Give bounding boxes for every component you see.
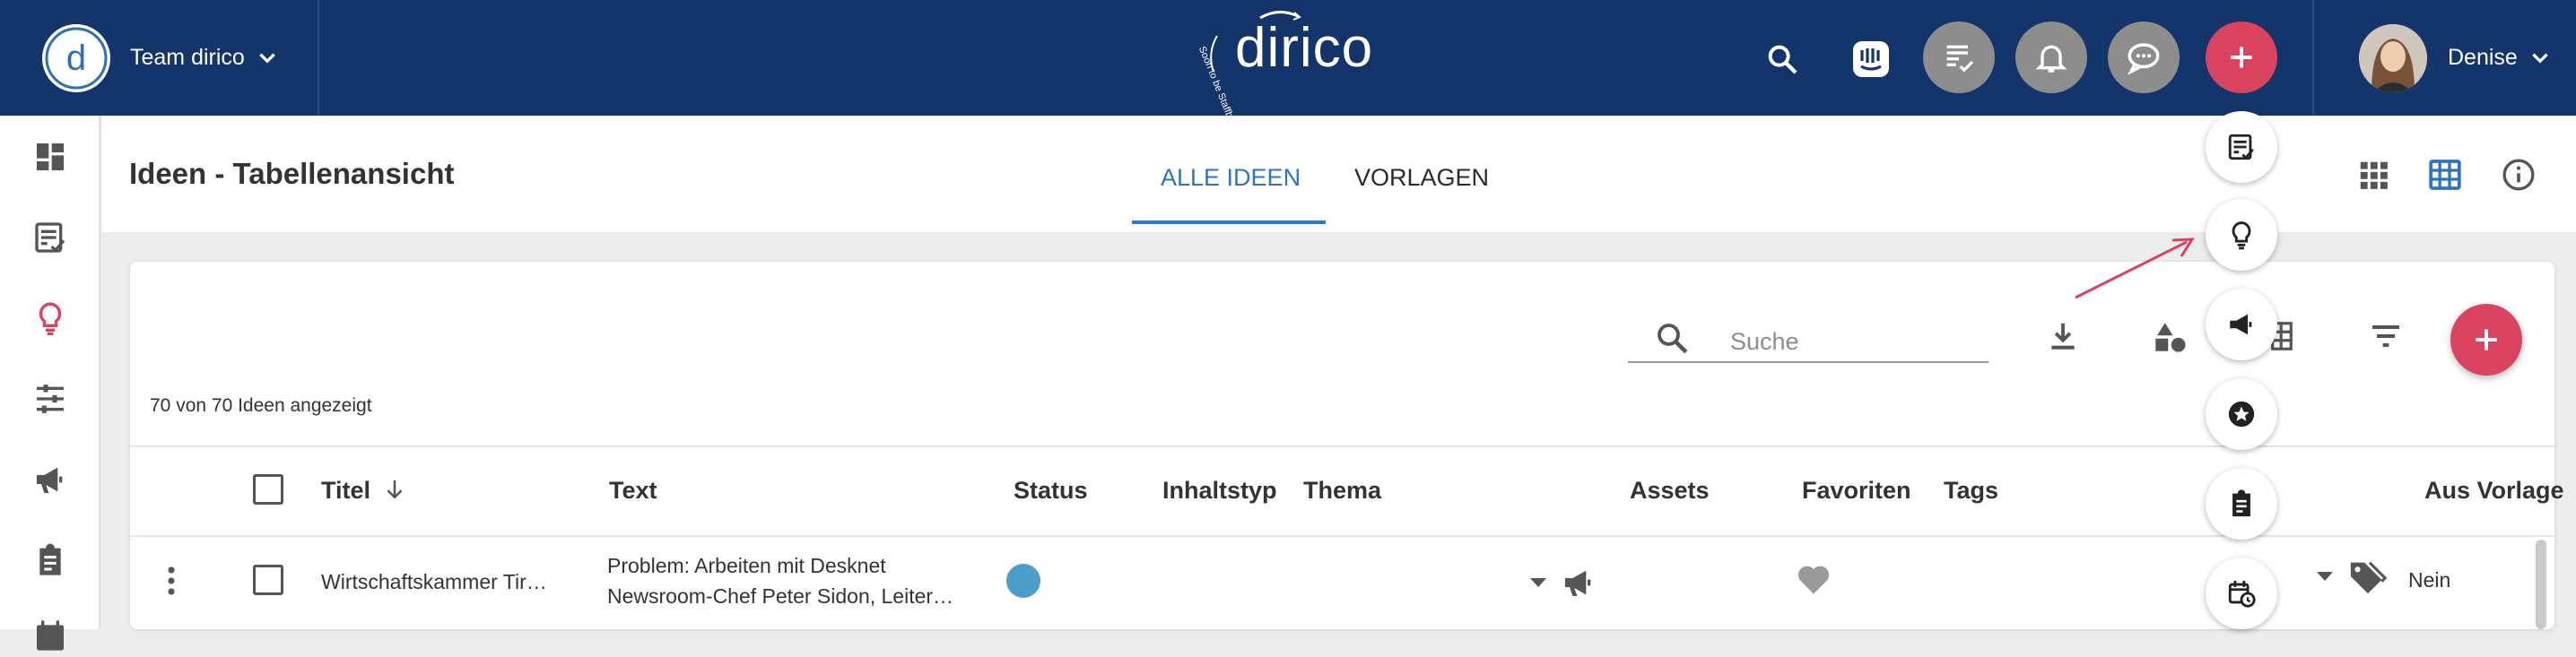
tasks-icon — [2228, 134, 2254, 160]
annotation-arrow — [2075, 238, 2195, 299]
dashboard-icon[interactable] — [29, 135, 72, 178]
chat-icon — [2128, 43, 2160, 75]
table-view-icon[interactable] — [2425, 155, 2465, 195]
arrow-down-icon[interactable] — [379, 473, 411, 506]
column-header-tags[interactable]: Tags — [1944, 477, 1998, 505]
column-header-status[interactable]: Status — [1014, 477, 1088, 505]
bell-icon — [2035, 45, 2067, 73]
row-text-line: Newsroom-Chef Peter Sidon, Leiter… — [607, 584, 954, 608]
team-switcher[interactable]: d Team dirico — [0, 0, 319, 116]
lightbulb-icon — [2232, 221, 2251, 250]
scrollbar[interactable] — [2536, 540, 2546, 629]
page-header: Ideen - Tabellenansicht ALLE IDEEN VORLA… — [102, 116, 2576, 232]
team-name: Team dirico — [130, 45, 245, 70]
intercom-icon[interactable] — [1849, 37, 1893, 82]
select-all-checkbox[interactable] — [253, 474, 283, 505]
megaphone-icon — [2230, 314, 2252, 335]
row-aus-vorlage: Nein — [2408, 568, 2451, 592]
search-field[interactable]: Suche — [1628, 314, 1989, 363]
heart-icon[interactable] — [1792, 558, 1835, 601]
add-button[interactable] — [2206, 22, 2277, 93]
grid-view-icon[interactable] — [2354, 155, 2393, 195]
column-header-titel[interactable]: Titel — [321, 477, 370, 505]
tasks-icon — [1946, 45, 1974, 73]
tags-icon[interactable] — [2345, 554, 2390, 599]
brand-name: dirico — [1235, 17, 1374, 79]
speed-dial-tasks[interactable] — [2206, 111, 2277, 183]
caret-down-icon[interactable] — [2313, 565, 2337, 588]
tab-alle-ideen[interactable]: ALLE IDEEN — [1161, 164, 1301, 192]
shapes-icon[interactable] — [2149, 316, 2190, 358]
chat-button[interactable] — [2108, 22, 2180, 93]
search-input[interactable]: Suche — [1730, 328, 1799, 356]
status-indicator — [1006, 564, 1040, 598]
plus-icon — [2231, 47, 2252, 68]
caret-down-icon[interactable] — [1527, 571, 1550, 594]
user-name: Denise — [2448, 45, 2518, 70]
divider — [130, 535, 2554, 537]
brand-logo: dirico Soon to be Staffbase — [1197, 9, 1395, 134]
lightbulb-icon[interactable] — [29, 297, 72, 340]
notifications-button[interactable] — [2015, 22, 2087, 93]
top-bar: d Team dirico dirico Soon to be Staffbas… — [0, 0, 2576, 134]
row-title[interactable]: Wirtschaftskammer Tir… — [321, 570, 547, 594]
speed-dial-campaign[interactable] — [2206, 289, 2277, 360]
sidebar — [0, 116, 100, 651]
info-icon[interactable] — [2499, 155, 2538, 195]
column-header-assets[interactable]: Assets — [1630, 477, 1710, 505]
filter-icon[interactable] — [2366, 316, 2406, 356]
megaphone-icon — [1559, 563, 1598, 602]
calendar-clock-icon — [2228, 580, 2256, 608]
chevron-down-icon[interactable] — [2528, 47, 2552, 70]
column-header-aus-vorlage[interactable]: Aus Vorlage — [2424, 477, 2564, 505]
active-tab-indicator — [1132, 220, 1326, 224]
speed-dial-idea[interactable] — [2206, 199, 2277, 271]
column-header-text[interactable]: Text — [609, 477, 657, 505]
team-logo: d — [42, 23, 110, 92]
tasks-icon[interactable] — [29, 216, 72, 259]
row-checkbox[interactable] — [253, 565, 283, 595]
divider — [130, 445, 2554, 447]
download-icon[interactable] — [2043, 316, 2083, 356]
speed-dial-favorite[interactable] — [2206, 378, 2277, 450]
search-icon — [1653, 319, 1691, 361]
column-header-favoriten[interactable]: Favoriten — [1802, 477, 1911, 505]
add-idea-button[interactable] — [2450, 304, 2522, 376]
speed-dial-schedule[interactable] — [2206, 558, 2277, 629]
search-icon[interactable] — [1762, 39, 1802, 79]
tune-icon[interactable] — [29, 377, 72, 420]
svg-text:d: d — [66, 39, 86, 78]
tasks-button[interactable] — [1923, 22, 1995, 93]
clipboard-icon[interactable] — [29, 539, 72, 582]
chevron-down-icon[interactable] — [256, 47, 279, 70]
user-menu[interactable]: Denise — [2312, 0, 2576, 116]
more-vert-icon[interactable] — [160, 563, 183, 599]
calendar-icon[interactable] — [29, 614, 72, 657]
avatar — [2359, 23, 2427, 92]
page-title: Ideen - Tabellenansicht — [129, 157, 455, 190]
star-icon — [2228, 401, 2255, 428]
megaphone-icon[interactable] — [29, 458, 72, 501]
clipboard-icon — [2232, 489, 2250, 517]
speed-dial-brief[interactable] — [2206, 468, 2277, 540]
column-header-thema[interactable]: Thema — [1303, 477, 1381, 505]
tab-vorlagen[interactable]: VORLAGEN — [1354, 164, 1489, 192]
result-count: 70 von 70 Ideen angezeigt — [150, 395, 372, 416]
plus-icon — [2476, 329, 2497, 350]
row-text-line: Problem: Arbeiten mit Desknet — [607, 554, 886, 577]
column-header-inhaltstyp[interactable]: Inhaltstyp — [1162, 477, 1277, 505]
